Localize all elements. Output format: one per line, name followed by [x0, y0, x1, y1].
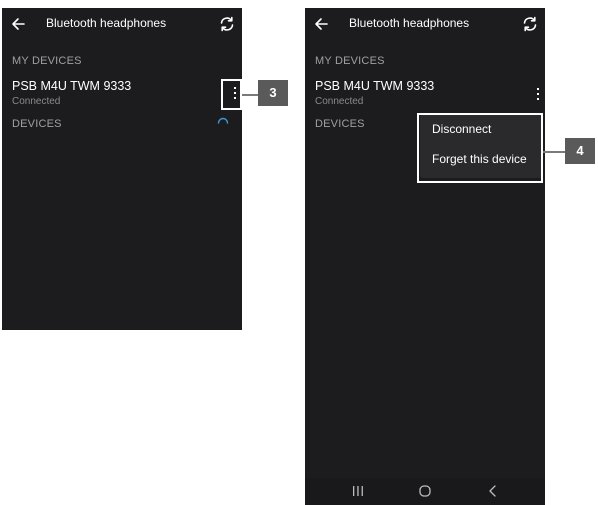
device-name[interactable]: PSB M4U TWM 9333: [315, 79, 434, 93]
section-devices: DEVICES: [315, 118, 365, 130]
page-title: Bluetooth headphones: [46, 16, 167, 30]
recent-apps-icon[interactable]: [350, 484, 366, 498]
section-my-devices: MY DEVICES: [315, 55, 385, 67]
section-devices: DEVICES: [12, 118, 62, 130]
refresh-icon[interactable]: [521, 15, 539, 33]
device-status: Connected: [315, 96, 364, 107]
device-status: Connected: [12, 96, 61, 107]
device-name[interactable]: PSB M4U TWM 9333: [12, 79, 131, 93]
phone-screen-right: Bluetooth headphones MY DEVICES PSB M4U …: [305, 8, 545, 505]
back-arrow-icon[interactable]: [313, 15, 329, 33]
callout-leader-line: [242, 94, 258, 96]
callout-leader-line: [543, 151, 565, 153]
back-arrow-icon[interactable]: [10, 15, 26, 33]
highlight-more-options: [221, 79, 242, 110]
highlight-options-menu: [417, 113, 543, 183]
system-nav-bar: [305, 478, 545, 505]
phone-screen-left: Bluetooth headphones MY DEVICES PSB M4U …: [2, 8, 242, 330]
more-options-icon[interactable]: [533, 85, 543, 103]
home-icon[interactable]: [417, 484, 433, 498]
page-title: Bluetooth headphones: [349, 16, 470, 30]
loading-spinner-icon: [217, 117, 229, 124]
section-my-devices: MY DEVICES: [12, 55, 82, 67]
callout-badge-4: 4: [565, 138, 595, 164]
nav-back-icon[interactable]: [485, 484, 501, 498]
callout-badge-3: 3: [258, 80, 288, 106]
app-bar: Bluetooth headphones: [2, 8, 242, 40]
refresh-icon[interactable]: [218, 15, 236, 33]
app-bar: Bluetooth headphones: [305, 8, 545, 40]
